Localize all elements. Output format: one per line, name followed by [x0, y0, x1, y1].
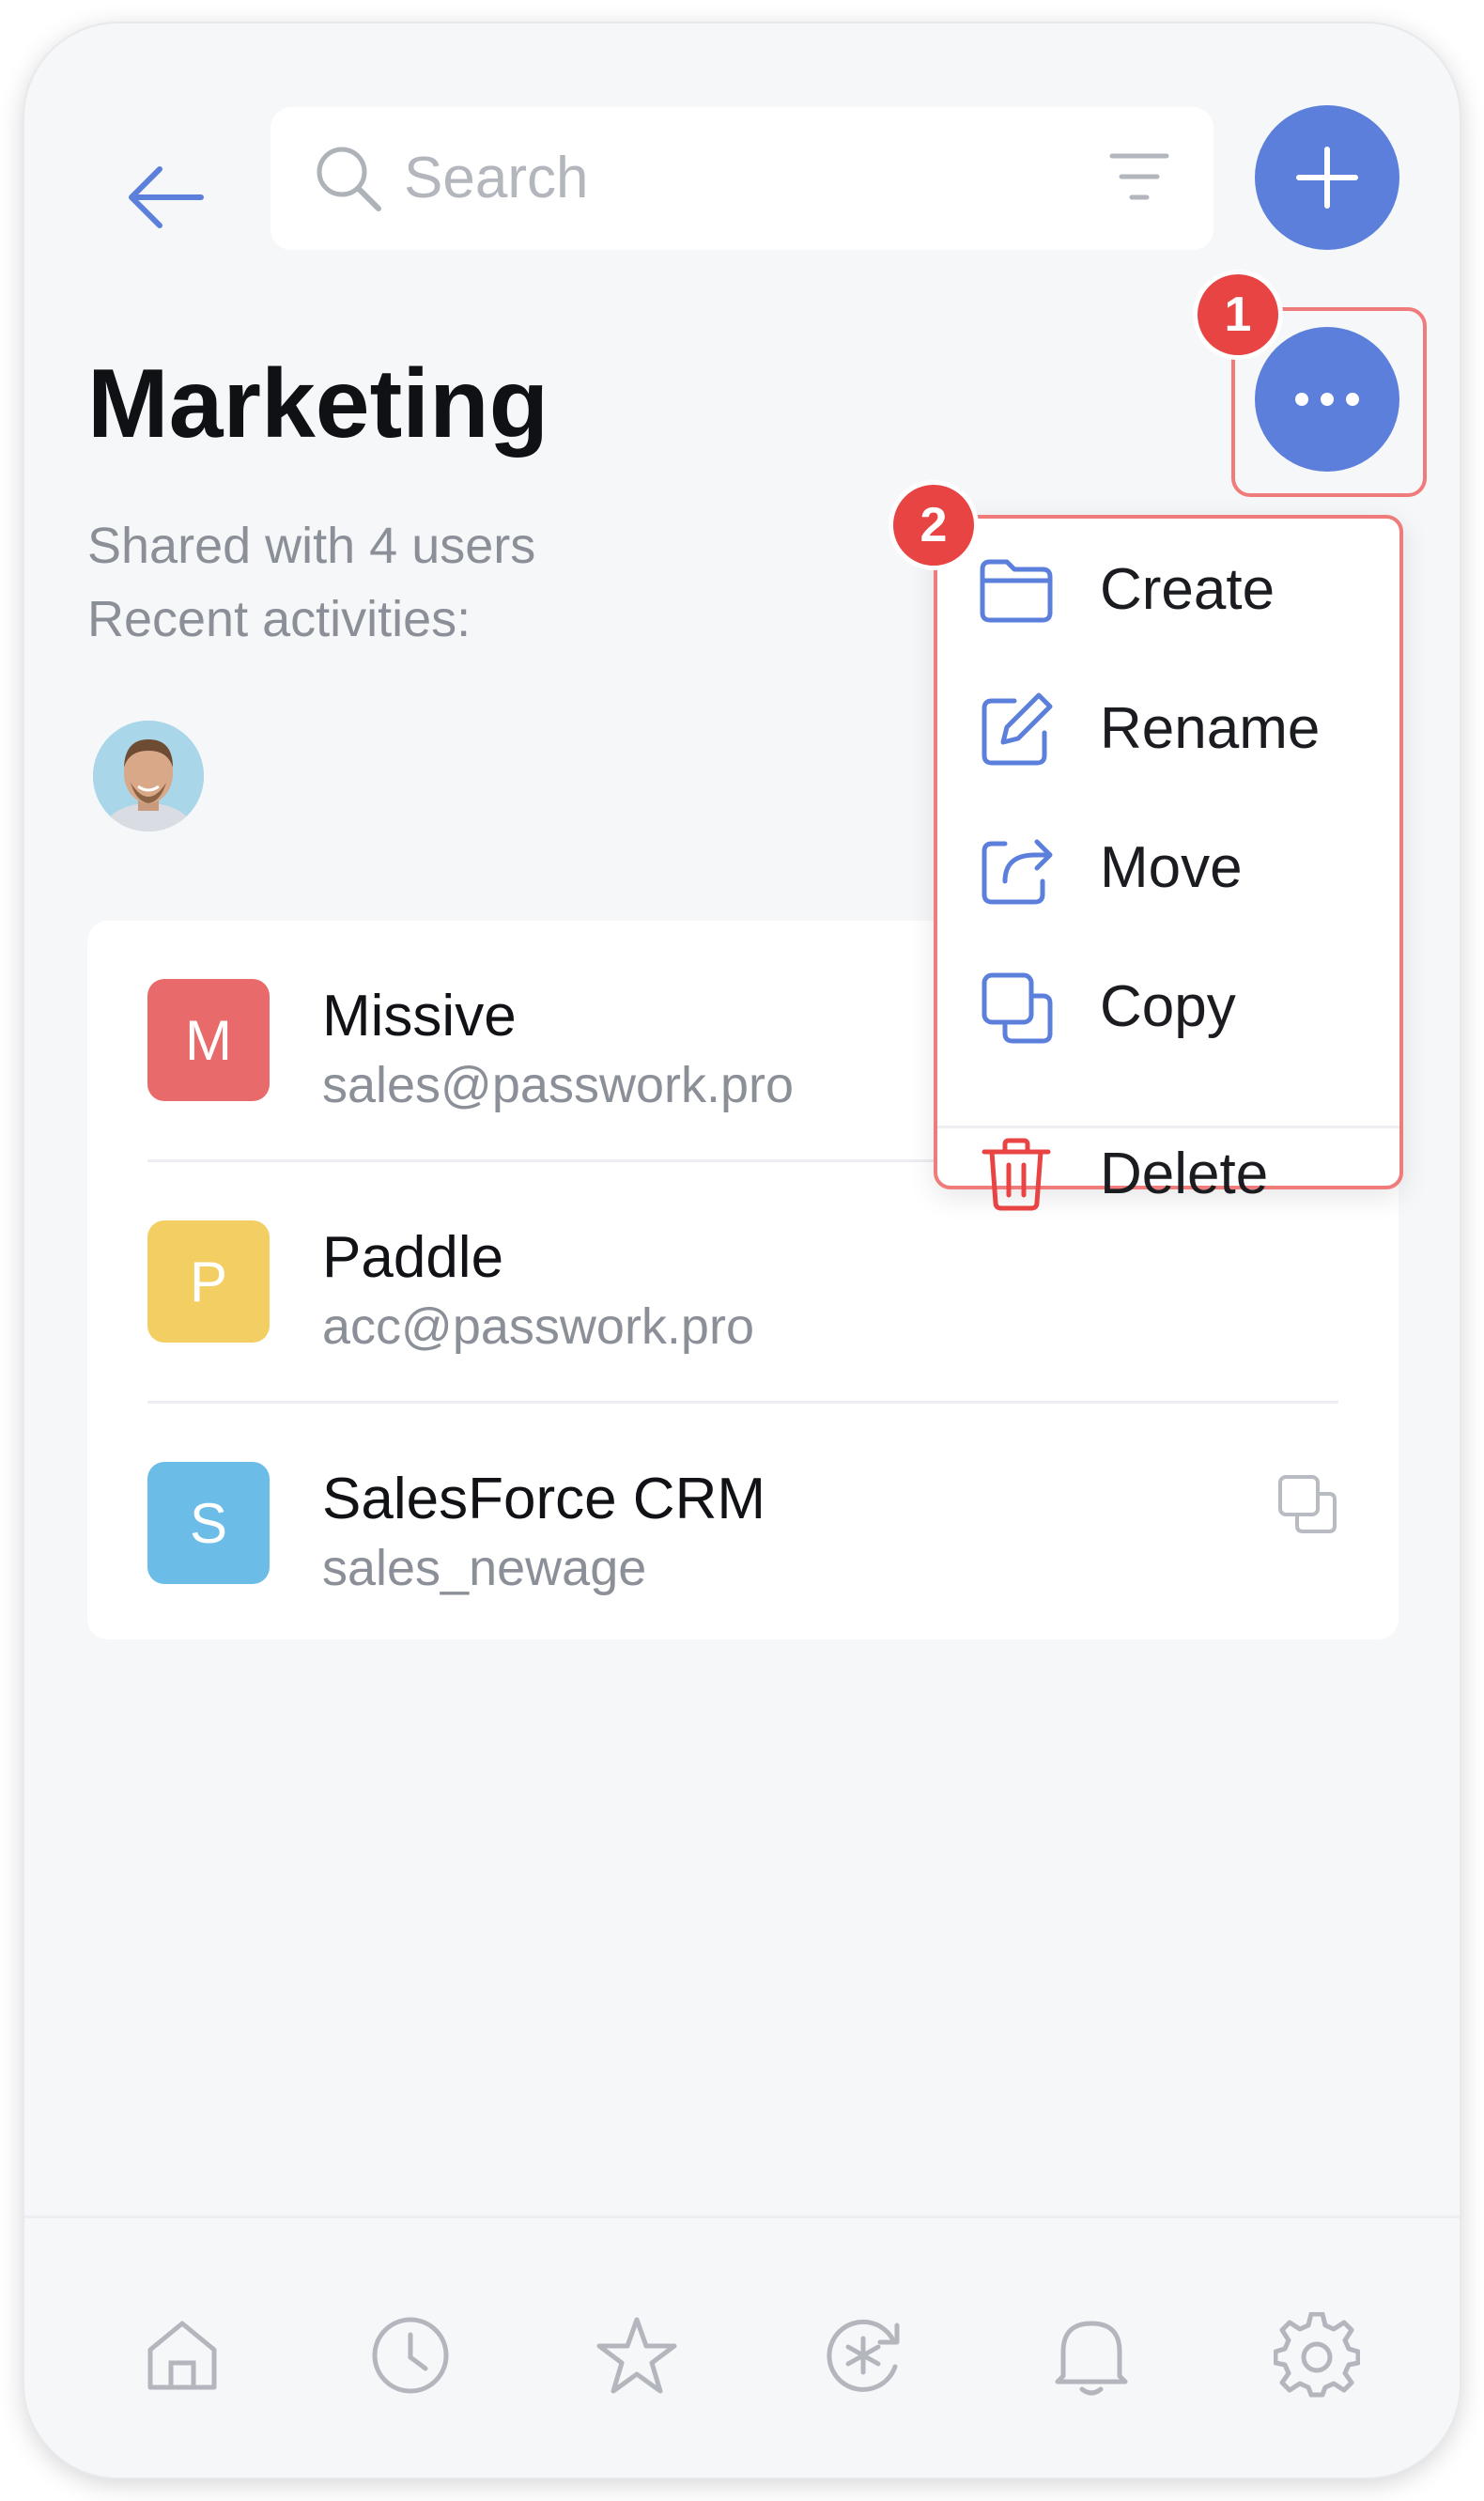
arrow-left-icon: [129, 166, 204, 228]
filter-icon[interactable]: [1108, 150, 1170, 203]
more-options-button[interactable]: [1255, 327, 1399, 472]
item-initial-avatar: S: [147, 1462, 270, 1584]
menu-item-label: Move: [1100, 835, 1243, 900]
page-title: Marketing: [87, 350, 549, 458]
menu-item-rename[interactable]: Rename: [937, 658, 1399, 797]
item-login: acc@passwork.pro: [322, 1298, 754, 1355]
folder-icon: [980, 559, 1053, 623]
search-icon: [317, 147, 381, 211]
password-generator-icon: [827, 2319, 900, 2392]
tab-notifications[interactable]: [1046, 2310, 1136, 2400]
menu-item-label: Delete: [1100, 1142, 1269, 1206]
list-item[interactable]: S SalesForce CRM sales_newage: [87, 1404, 1399, 1645]
app-screen: Search 1 Marketing Shared with 4 users R…: [24, 23, 1460, 2478]
trash-icon: [982, 1138, 1051, 1211]
more-horizontal-icon: [1295, 393, 1359, 406]
recent-activities-label: Recent activities:: [87, 591, 471, 647]
menu-item-label: Create: [1100, 557, 1275, 622]
step-badge-2: 2: [889, 480, 979, 570]
add-button[interactable]: [1255, 105, 1399, 250]
plus-icon: [1296, 147, 1358, 209]
home-icon: [147, 2321, 217, 2390]
menu-item-copy[interactable]: Copy: [937, 936, 1399, 1075]
item-name: Missive: [322, 984, 517, 1049]
menu-item-label: Rename: [1100, 696, 1321, 761]
history-icon: [372, 2317, 449, 2394]
shared-info: Shared with 4 users: [87, 518, 536, 574]
item-initial-avatar: P: [147, 1220, 270, 1343]
back-button[interactable]: [114, 146, 217, 249]
step-badge-1: 1: [1193, 270, 1283, 360]
bottom-navigation: [24, 2215, 1460, 2478]
copy-icon[interactable]: [1276, 1473, 1338, 1535]
tab-favorites[interactable]: [592, 2310, 682, 2400]
context-menu: Create Rename Move Copy Delete: [934, 515, 1403, 1211]
move-icon: [982, 839, 1053, 905]
menu-item-move[interactable]: Move: [937, 797, 1399, 936]
edit-icon: [982, 692, 1053, 766]
item-name: Paddle: [322, 1225, 504, 1290]
tab-settings[interactable]: [1272, 2310, 1362, 2400]
item-name: SalesForce CRM: [322, 1467, 765, 1531]
avatar[interactable]: [93, 721, 204, 831]
gear-icon: [1274, 2312, 1360, 2398]
menu-item-create[interactable]: Create: [937, 519, 1399, 658]
user-avatar-image: [93, 721, 204, 831]
star-icon: [596, 2317, 677, 2394]
bell-icon: [1055, 2321, 1128, 2396]
tab-history[interactable]: [365, 2310, 456, 2400]
menu-item-label: Copy: [1100, 974, 1236, 1039]
item-initial-avatar: M: [147, 979, 270, 1101]
tab-home[interactable]: [137, 2310, 227, 2400]
item-login: sales_newage: [322, 1540, 647, 1596]
menu-item-delete[interactable]: Delete: [937, 1103, 1399, 1242]
search-placeholder: Search: [404, 146, 589, 210]
item-login: sales@passwork.pro: [322, 1057, 795, 1113]
search-bar[interactable]: Search: [271, 107, 1213, 250]
copy-icon: [982, 972, 1053, 1044]
tab-generator[interactable]: [818, 2310, 908, 2400]
